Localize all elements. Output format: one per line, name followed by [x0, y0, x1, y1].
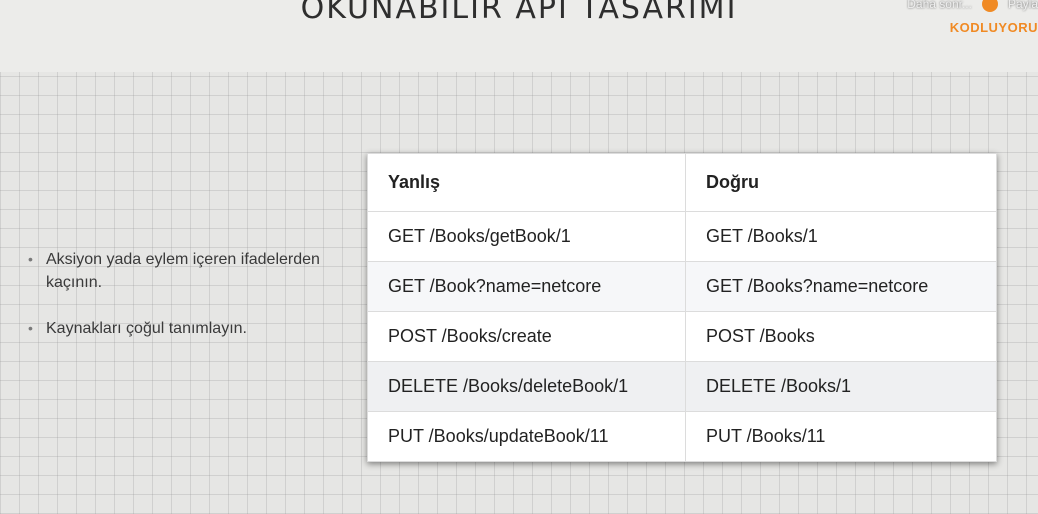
slide-title: OKUNABİLİR API TASARIMI	[300, 0, 738, 26]
header-wrong: Yanlış	[367, 153, 686, 212]
cell-right: PUT /Books/11	[685, 411, 997, 462]
cell-wrong: GET /Books/getBook/1	[367, 211, 686, 262]
watch-later-label[interactable]: Daha sonr...	[907, 0, 972, 11]
bullet-item: • Aksiyon yada eylem içeren ifadelerden …	[28, 248, 328, 294]
header-right: Doğru	[685, 153, 997, 212]
bullet-text: Kaynakları çoğul tanımlayın.	[46, 320, 247, 337]
share-icon[interactable]	[981, 0, 998, 12]
bullet-dot-icon: •	[28, 251, 33, 267]
cell-wrong: POST /Books/create	[367, 311, 686, 362]
video-overlay-controls: Daha sonr... Payla	[907, 0, 1038, 12]
cell-wrong: GET /Book?name=netcore	[367, 261, 686, 312]
cell-wrong: PUT /Books/updateBook/11	[367, 411, 686, 462]
cell-right: GET /Books/1	[685, 211, 997, 262]
api-comparison-table: Yanlış Doğru GET /Books/getBook/1 GET /B…	[367, 153, 997, 462]
table-row: DELETE /Books/deleteBook/1 DELETE /Books…	[367, 361, 997, 412]
cell-right: POST /Books	[685, 311, 997, 362]
cell-wrong: DELETE /Books/deleteBook/1	[367, 361, 686, 412]
bullet-text: Aksiyon yada eylem içeren ifadelerden ka…	[46, 251, 320, 291]
share-label[interactable]: Payla	[1008, 0, 1038, 11]
cell-right: DELETE /Books/1	[685, 361, 997, 412]
table-row: POST /Books/create POST /Books	[367, 311, 997, 362]
bullet-dot-icon: •	[28, 320, 33, 336]
channel-brand-logo[interactable]: KODLUYORU	[950, 20, 1038, 35]
bullet-item: • Kaynakları çoğul tanımlayın.	[28, 317, 328, 340]
table-header-row: Yanlış Doğru	[367, 153, 997, 212]
table-row: PUT /Books/updateBook/11 PUT /Books/11	[367, 411, 997, 462]
cell-right: GET /Books?name=netcore	[685, 261, 997, 312]
table-row: GET /Book?name=netcore GET /Books?name=n…	[367, 261, 997, 312]
table-row: GET /Books/getBook/1 GET /Books/1	[367, 211, 997, 262]
bullet-list: • Aksiyon yada eylem içeren ifadelerden …	[28, 248, 328, 363]
